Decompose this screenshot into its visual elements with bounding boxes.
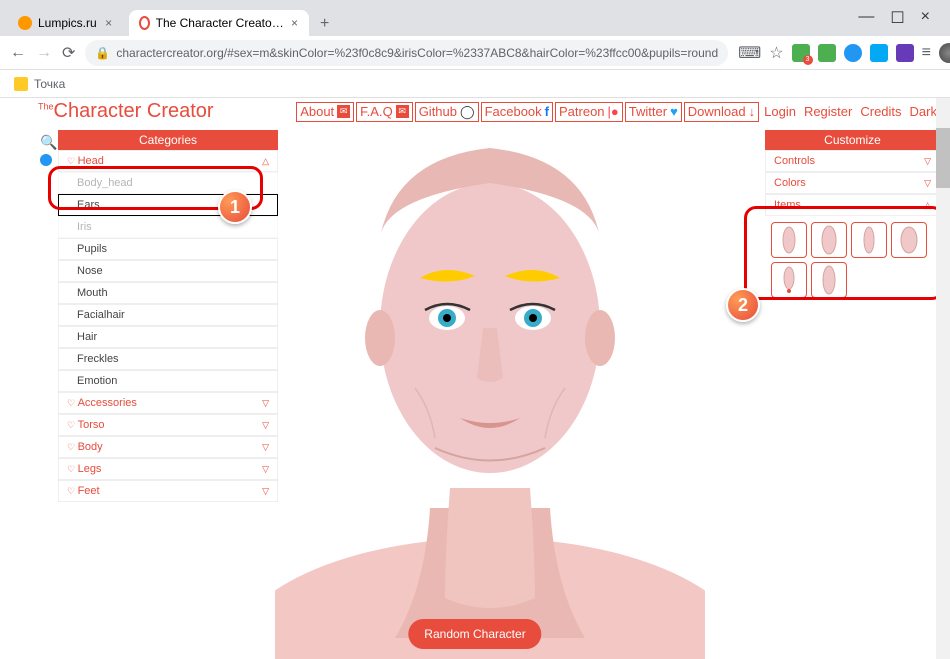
window-controls: — ☐ × [846, 8, 942, 36]
nav-about[interactable]: About✉ [296, 102, 354, 122]
nav-credits[interactable]: Credits [857, 102, 904, 122]
extension-icon[interactable] [870, 44, 888, 62]
url-field[interactable]: 🔒 charactercreator.org/#sex=m&skinColor=… [85, 40, 728, 66]
new-tab-button[interactable]: + [313, 12, 337, 36]
category-accessories[interactable]: ♡ Accessories▽ [58, 392, 278, 414]
reload-icon[interactable]: ⟳ [62, 43, 75, 63]
customize-header: Customize [765, 130, 940, 150]
extension-icons: ⌨ ☆ 3 ≡ ⋮ [738, 43, 950, 63]
lock-icon: 🔒 [95, 46, 110, 60]
nav-register[interactable]: Register [801, 102, 855, 122]
search-icon[interactable]: 🔍 [40, 134, 57, 151]
url-text: charactercreator.org/#sex=m&skinColor=%2… [116, 46, 718, 60]
back-icon[interactable]: ← [10, 43, 26, 63]
category-facialhair[interactable]: Facialhair [58, 304, 278, 326]
category-emotion[interactable]: Emotion [58, 370, 278, 392]
bookmark-item[interactable]: Точка [34, 77, 65, 91]
extension-icon[interactable] [818, 44, 836, 62]
category-feet[interactable]: ♡ Feet▽ [58, 480, 278, 502]
category-legs[interactable]: ♡ Legs▽ [58, 458, 278, 480]
random-character-button[interactable]: Random Character [408, 619, 541, 649]
browser-tab-inactive[interactable]: Lumpics.ru × [8, 10, 125, 36]
facebook-icon: f [545, 104, 549, 119]
download-icon: ↓ [749, 104, 756, 119]
collapse-icon: △ [262, 156, 269, 167]
page-content: TheCharacter Creator About✉ F.A.Q✉ Githu… [0, 98, 950, 659]
expand-icon: ▽ [262, 420, 269, 431]
expand-icon: ▽ [262, 464, 269, 475]
patreon-icon: |● [608, 104, 619, 119]
category-body[interactable]: ♡ Body▽ [58, 436, 278, 458]
nav-links: About✉ F.A.Q✉ Github◯ Facebookf Patreon|… [296, 102, 940, 122]
expand-icon: ▽ [924, 156, 931, 167]
customize-colors[interactable]: Colors▽ [765, 172, 940, 194]
mail-icon: ✉ [337, 105, 350, 118]
minimize-icon[interactable]: — [858, 8, 874, 28]
nav-dark[interactable]: Dark [907, 102, 940, 122]
nav-login[interactable]: Login [761, 102, 799, 122]
category-mouth[interactable]: Mouth [58, 282, 278, 304]
expand-icon: ▽ [262, 442, 269, 453]
tab-title: Lumpics.ru [38, 16, 97, 30]
forward-icon[interactable]: → [36, 43, 52, 63]
reading-list-icon[interactable]: ≡ [922, 44, 931, 62]
annotation-callout-2: 2 [726, 288, 760, 322]
scrollbar-thumb[interactable] [936, 128, 950, 188]
categories-header: Categories [58, 130, 278, 150]
category-hair[interactable]: Hair [58, 326, 278, 348]
circle-icon[interactable] [40, 154, 52, 166]
app-topnav: TheCharacter Creator About✉ F.A.Q✉ Githu… [38, 100, 940, 123]
browser-titlebar: Lumpics.ru × The Character Creator - Bui… [0, 0, 950, 36]
translate-icon[interactable]: ⌨ [738, 43, 761, 63]
expand-icon: ▽ [262, 398, 269, 409]
customize-controls[interactable]: Controls▽ [765, 150, 940, 172]
category-pupils[interactable]: Pupils [58, 238, 278, 260]
bookmarks-bar: Точка [0, 70, 950, 98]
logo-text: Character Creator [54, 100, 214, 122]
extension-icon[interactable] [844, 44, 862, 62]
expand-icon: ▽ [262, 486, 269, 497]
category-torso[interactable]: ♡ Torso▽ [58, 414, 278, 436]
address-bar: ← → ⟳ 🔒 charactercreator.org/#sex=m&skin… [0, 36, 950, 70]
close-icon[interactable]: × [921, 8, 930, 28]
profile-avatar[interactable] [939, 43, 950, 63]
scrollbar[interactable] [936, 98, 950, 659]
browser-tab-active[interactable]: The Character Creator - Build vis... × [129, 10, 309, 36]
annotation-callout-1: 1 [218, 190, 252, 224]
category-nose[interactable]: Nose [58, 260, 278, 282]
folder-icon [14, 77, 28, 91]
app-logo[interactable]: TheCharacter Creator [38, 100, 214, 123]
nav-github[interactable]: Github◯ [415, 102, 479, 122]
category-freckles[interactable]: Freckles [58, 348, 278, 370]
nav-facebook[interactable]: Facebookf [481, 102, 553, 122]
github-icon: ◯ [460, 104, 475, 120]
favicon-icon [18, 16, 32, 30]
nav-patreon[interactable]: Patreon|● [555, 102, 623, 122]
extension-icon[interactable] [896, 44, 914, 62]
close-icon[interactable]: × [103, 17, 115, 29]
expand-icon: ▽ [924, 178, 931, 189]
nav-download[interactable]: Download↓ [684, 102, 759, 122]
character-canvas[interactable] [275, 128, 705, 659]
nav-faq[interactable]: F.A.Q✉ [356, 102, 413, 122]
tab-title: The Character Creator - Build vis... [156, 16, 285, 30]
extension-icon[interactable]: 3 [792, 44, 810, 62]
maximize-icon[interactable]: ☐ [890, 8, 904, 28]
mail-icon: ✉ [396, 105, 409, 118]
annotation-highlight-2 [744, 206, 944, 300]
star-icon[interactable]: ☆ [769, 43, 783, 63]
nav-twitter[interactable]: Twitter♥ [625, 102, 682, 122]
twitter-icon: ♥ [670, 104, 678, 119]
logo-prefix: The [38, 101, 54, 111]
favicon-icon [139, 16, 150, 30]
close-icon[interactable]: × [290, 17, 298, 29]
